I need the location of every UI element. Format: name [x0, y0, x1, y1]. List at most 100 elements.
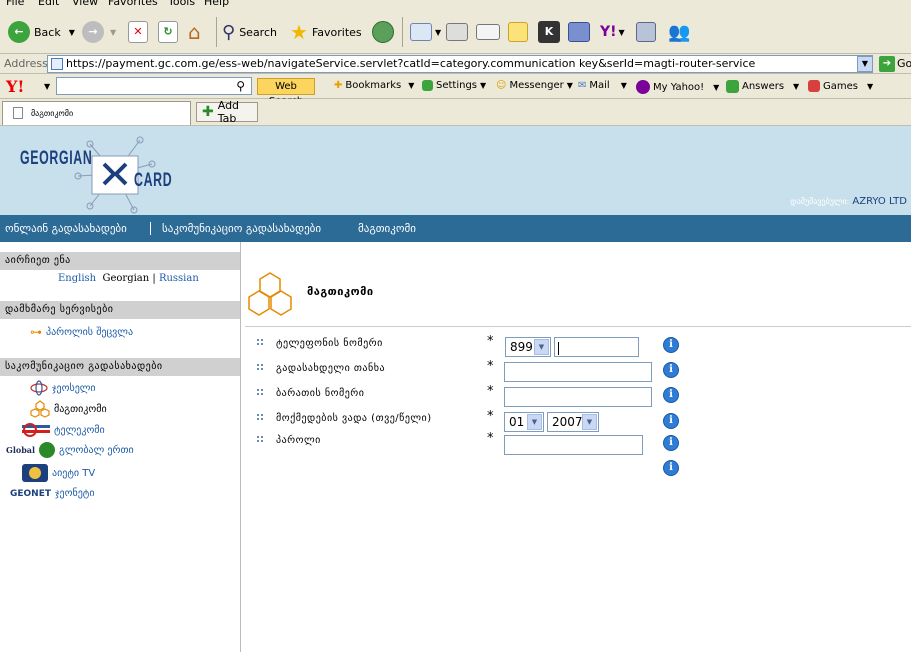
- nav-online-payments[interactable]: ონლაინ გადასახადები: [5, 222, 127, 235]
- menu-tools[interactable]: Tools: [168, 0, 195, 8]
- stop-button[interactable]: ✕: [128, 19, 148, 45]
- menu-favorites[interactable]: Favorites: [108, 0, 158, 8]
- messenger-tool-button[interactable]: [568, 19, 590, 45]
- georgian-card-logo[interactable]: GEORGIAN CARD: [18, 134, 178, 214]
- kaspersky-button[interactable]: K: [538, 19, 560, 45]
- text-caret: [558, 342, 559, 355]
- info-icon[interactable]: i: [663, 460, 679, 476]
- address-dropdown[interactable]: ▼: [857, 56, 873, 72]
- chevron-down-icon: ▼: [480, 81, 487, 90]
- menu-file[interactable]: File: [6, 0, 24, 8]
- chevron-down-icon: ▼: [793, 82, 800, 91]
- history-icon: [372, 21, 394, 43]
- lang-georgian-link[interactable]: Georgian: [102, 273, 149, 284]
- site-header: GEORGIAN CARD დამუშავებული: AZRYO LTD: [0, 126, 911, 215]
- games-link[interactable]: Games ▼: [808, 80, 873, 92]
- nav-communication-payments[interactable]: საკომუნიკაციო გადასახადები: [162, 222, 321, 235]
- main-nav: ონლაინ გადასახადები საკომუნიკაციო გადასა…: [0, 215, 911, 242]
- search-icon: ⚲: [236, 79, 245, 93]
- my-yahoo-link[interactable]: My Yahoo! ▼: [636, 80, 719, 94]
- msn-button[interactable]: 👥: [668, 19, 690, 45]
- home-button[interactable]: ⌂: [188, 19, 201, 45]
- expiry-month-value: 01: [509, 415, 525, 429]
- phone-number-input[interactable]: [554, 337, 639, 357]
- password-input[interactable]: [504, 435, 643, 455]
- info-icon[interactable]: i: [663, 387, 679, 403]
- page-title: მაგთიკომი: [307, 285, 374, 298]
- tab-magticom[interactable]: მაგთიკომი: [2, 101, 191, 125]
- search-icon: ⚲: [222, 21, 236, 43]
- card-number-input[interactable]: [504, 387, 652, 407]
- title-divider: [245, 326, 911, 327]
- menu-edit[interactable]: Edit: [38, 0, 59, 8]
- sidebar: აირჩიეთ ენა English Georgian | Russian დ…: [0, 242, 241, 652]
- info-icon[interactable]: i: [663, 435, 679, 451]
- address-bar: Address https://payment.gc.com.ge/ess-we…: [0, 54, 911, 74]
- chat-icon: [568, 22, 590, 42]
- mail-button[interactable]: ▼: [410, 19, 441, 45]
- yahoo-search-input[interactable]: ⚲: [56, 77, 252, 95]
- menu-help[interactable]: Help: [204, 0, 229, 8]
- search-button[interactable]: ⚲ Search: [222, 19, 277, 45]
- sidebar-item-geonet[interactable]: GEONET ჯეონეტი: [10, 488, 95, 499]
- nav-magticom[interactable]: მაგთიკომი: [358, 222, 416, 235]
- research-button[interactable]: [636, 19, 656, 45]
- settings-button[interactable]: Settings ▼: [422, 80, 486, 91]
- answers-link[interactable]: Answers ▼: [726, 80, 799, 93]
- global-brand: Global: [6, 445, 36, 455]
- web-search-button[interactable]: Web Search: [257, 78, 315, 107]
- print-button[interactable]: [446, 19, 468, 45]
- go-label[interactable]: Go: [897, 57, 911, 70]
- sidebar-item-geocell[interactable]: ჯეოსელი: [30, 380, 96, 396]
- chevron-down-icon: ▼: [713, 82, 720, 92]
- note-button[interactable]: [508, 19, 528, 45]
- magticom-icon: [30, 400, 50, 418]
- messenger-button[interactable]: ☺ Messenger ▼: [496, 80, 573, 91]
- info-icon[interactable]: i: [663, 413, 679, 429]
- address-input[interactable]: https://payment.gc.com.ge/ess-web/naviga…: [47, 55, 873, 73]
- telecom-label: ტელეკომი: [54, 424, 105, 436]
- forward-button[interactable]: → ▼: [82, 19, 116, 45]
- people-icon: 👥: [668, 21, 691, 43]
- yahoo-logo[interactable]: Y!: [6, 77, 24, 96]
- edit-button[interactable]: [476, 19, 500, 45]
- messenger-label: Messenger: [509, 80, 564, 91]
- chevron-down-icon: ▼: [566, 81, 573, 90]
- info-icon[interactable]: i: [663, 362, 679, 378]
- nav-divider: [150, 222, 151, 235]
- menu-view[interactable]: View: [72, 0, 98, 8]
- lang-russian-link[interactable]: Russian: [159, 273, 199, 284]
- expiry-year-select[interactable]: 2007 ▼: [547, 412, 599, 432]
- chevron-down-icon: ▼: [68, 27, 75, 37]
- sidebar-item-password-change[interactable]: ⊶ პაროლის შეცვლა: [30, 325, 133, 339]
- user-info: დამუშავებული: AZRYO LTD: [790, 196, 907, 207]
- go-button[interactable]: ➔: [879, 56, 895, 72]
- info-icon[interactable]: i: [663, 337, 679, 353]
- chevron-down-icon: ▼: [582, 414, 597, 430]
- lang-english-link[interactable]: English: [58, 273, 96, 284]
- sidebar-item-telecom[interactable]: ტელეკომი: [22, 422, 105, 438]
- refresh-button[interactable]: ↻: [158, 19, 178, 45]
- history-button[interactable]: [372, 19, 394, 45]
- amount-input[interactable]: [504, 362, 652, 382]
- logo-word-card: CARD: [134, 170, 173, 191]
- amount-label: გადასახდელი თანხა: [276, 363, 386, 374]
- bookmarks-button[interactable]: ✚ Bookmarks ▼: [334, 80, 414, 91]
- phone-prefix-select[interactable]: 899 ▼: [505, 337, 551, 357]
- plus-icon: ✚: [334, 80, 343, 91]
- mail-link[interactable]: ✉ Mail ▼: [578, 80, 627, 91]
- stop-icon: ✕: [128, 21, 148, 43]
- back-label: Back: [34, 25, 61, 39]
- sidebar-item-global-erti[interactable]: Global გლობალ ერთი: [6, 442, 134, 458]
- add-tab-button[interactable]: ✚ Add Tab: [196, 99, 258, 125]
- settings-icon: [422, 80, 433, 91]
- sidebar-item-ayeti-tv[interactable]: აიეტი TV: [22, 464, 95, 482]
- chevron-down-icon[interactable]: ▼: [44, 82, 50, 91]
- favorites-button[interactable]: ★ Favorites: [290, 19, 362, 45]
- expiry-month-select[interactable]: 01 ▼: [504, 412, 544, 432]
- yahoo-tool-button[interactable]: Y! ▼: [600, 19, 625, 45]
- sidebar-item-magticom[interactable]: მაგთიკომი: [30, 400, 107, 418]
- back-button[interactable]: ← Back ▼: [8, 19, 75, 45]
- print-icon: [446, 23, 468, 41]
- key-icon: ⊶: [30, 325, 42, 339]
